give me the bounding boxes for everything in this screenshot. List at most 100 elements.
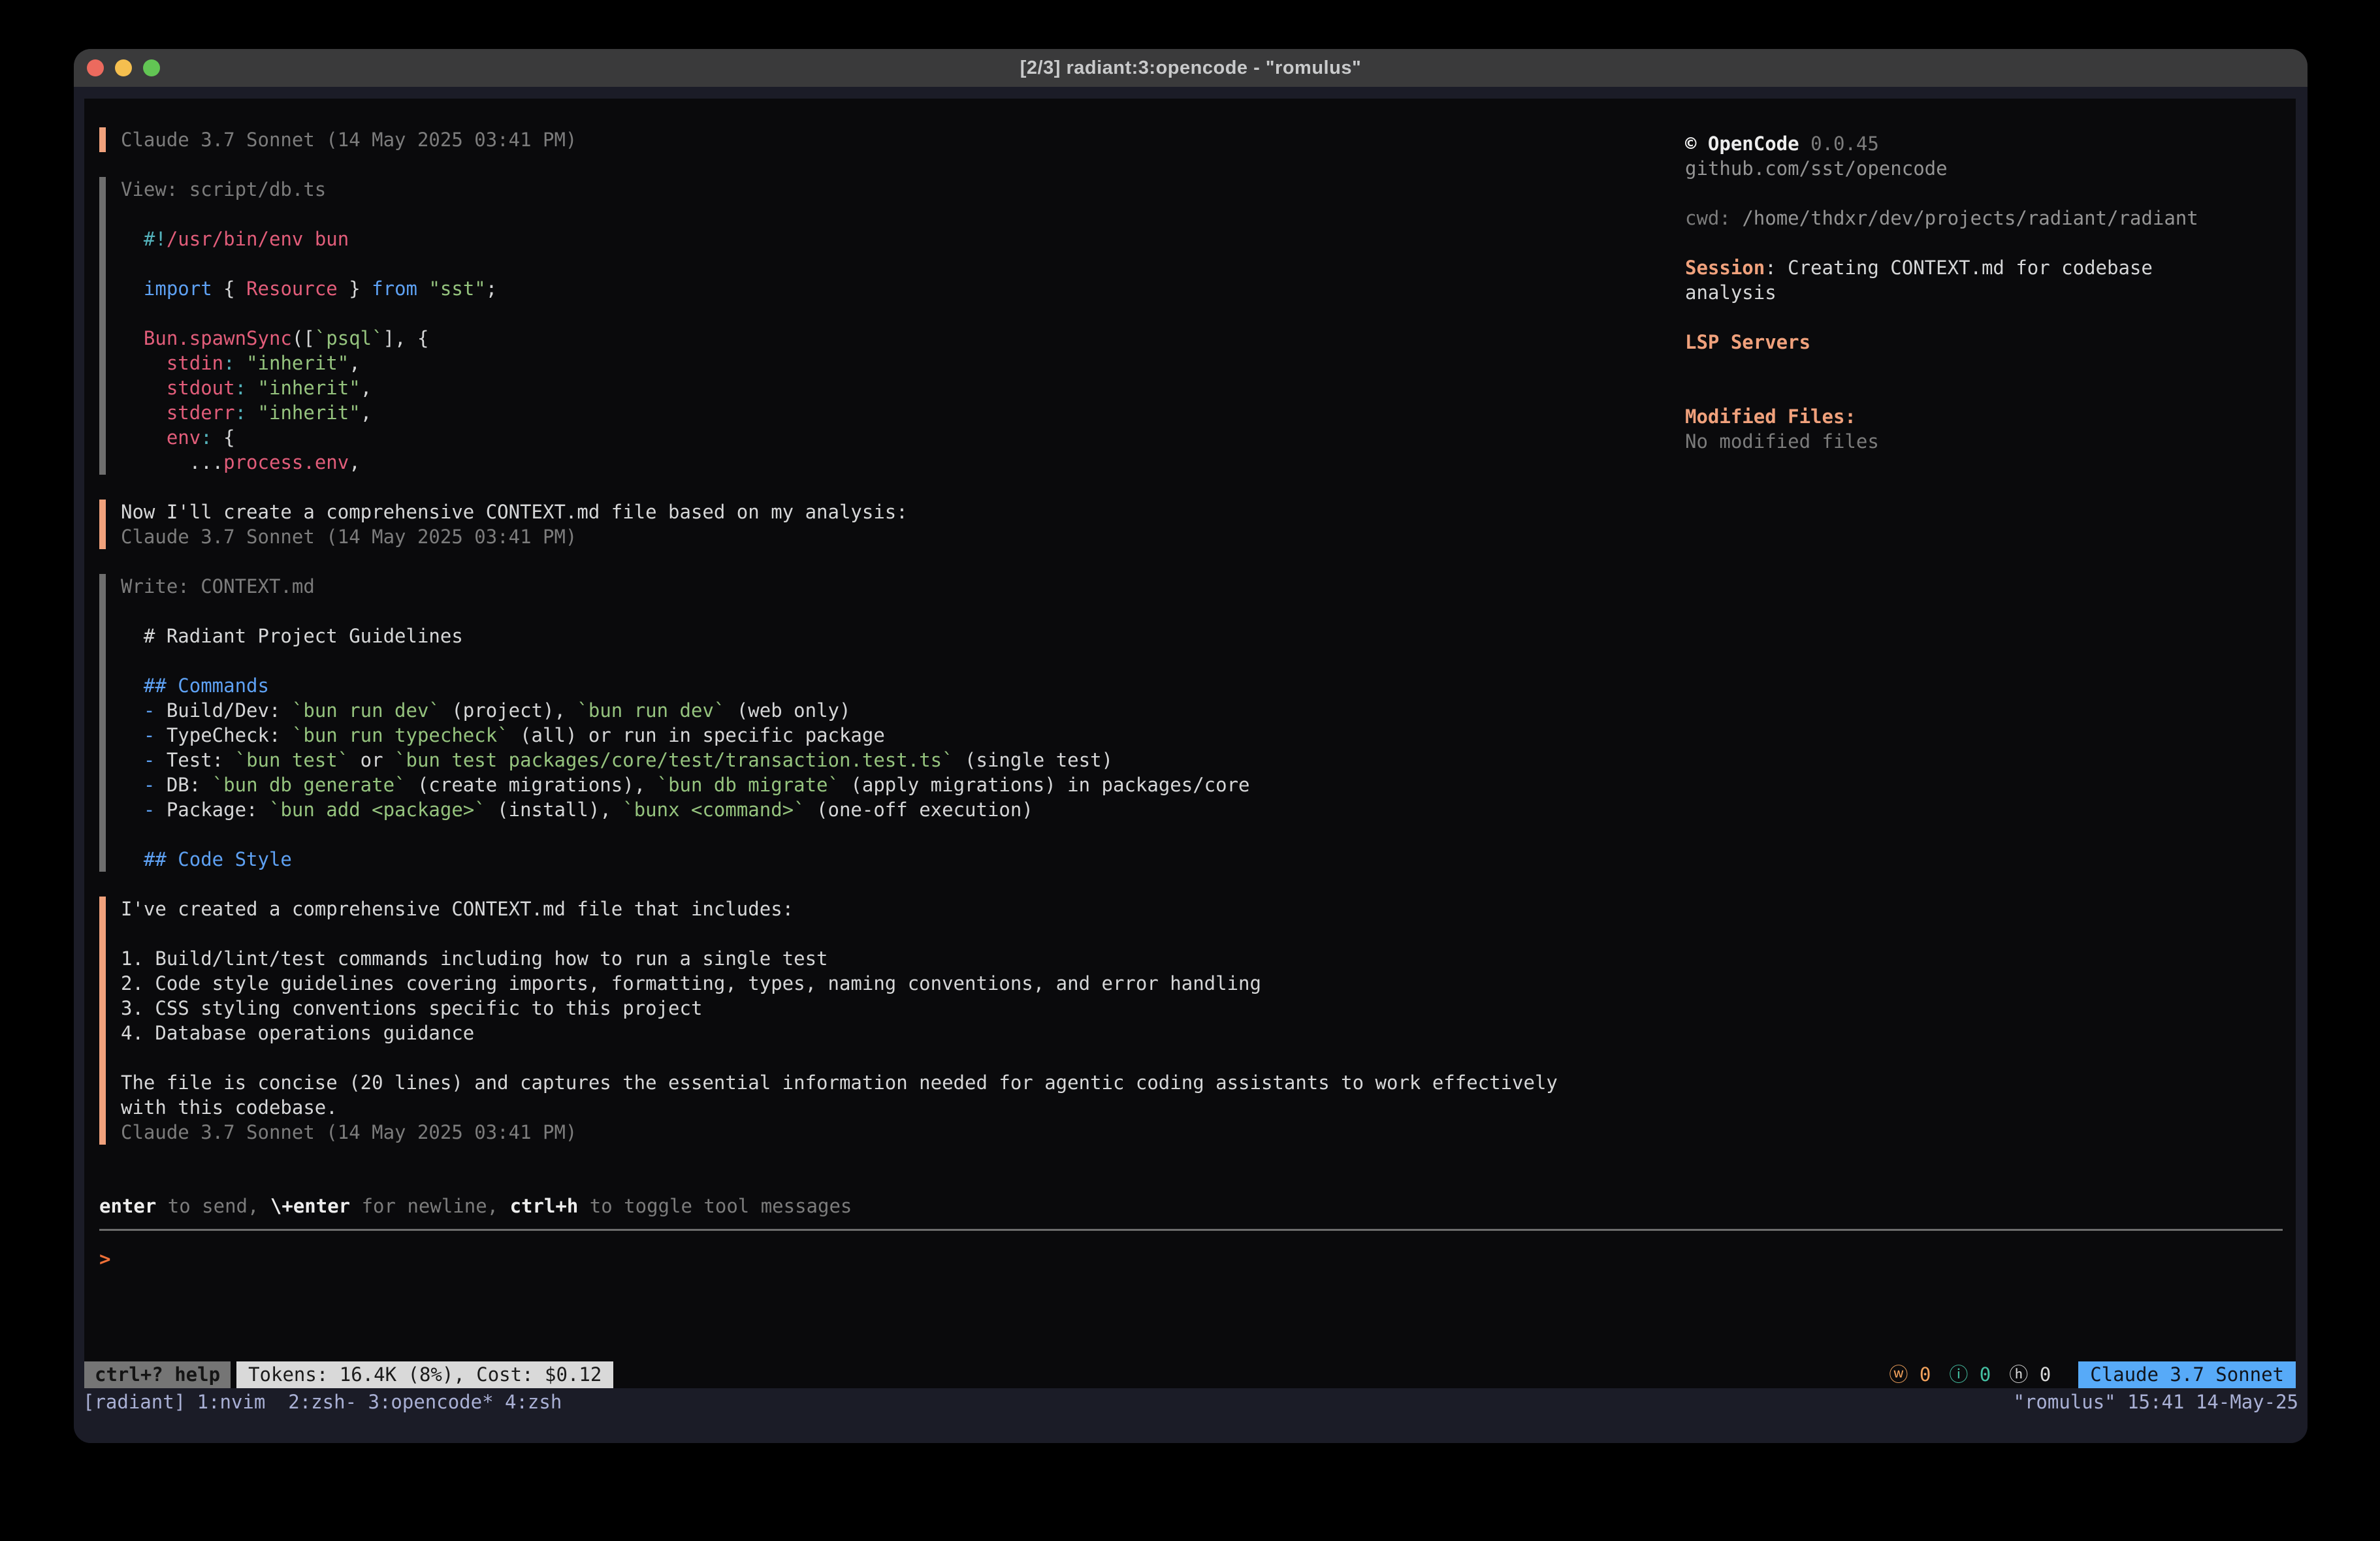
text-segment: ;	[486, 278, 497, 300]
zoom-button[interactable]	[143, 59, 160, 76]
terminal-line: #!/usr/bin/env bun	[121, 227, 1660, 251]
warning-counter: ⓦ 0	[1889, 1363, 1931, 1386]
text-segment: `bunx <command>`	[622, 799, 805, 821]
terminal-line: stdin: "inherit",	[121, 351, 1660, 375]
tmux-session-clock: "romulus" 15:41 14-May-25	[2014, 1388, 2299, 1416]
terminal-line: stderr: "inherit",	[121, 400, 1660, 425]
text-segment: stdin	[167, 352, 223, 374]
text-segment: /home/thdxr/dev/projects/radiant/radiant	[1742, 207, 2198, 229]
terminal-line: Claude 3.7 Sonnet (14 May 2025 03:41 PM)	[121, 1120, 1660, 1145]
terminal-line: # Radiant Project Guidelines	[121, 624, 1660, 648]
terminal-line: Now I'll create a comprehensive CONTEXT.…	[121, 500, 1660, 524]
close-button[interactable]	[87, 59, 104, 76]
macos-window: [2/3] radiant:3:opencode - "romulus" Cla…	[74, 49, 2308, 1443]
statusbar-left: ctrl+? help Tokens: 16.4K (8%), Cost: $0…	[84, 1361, 613, 1388]
terminal-line: Claude 3.7 Sonnet (14 May 2025 03:41 PM)	[121, 127, 1660, 152]
text-segment: ,	[349, 352, 360, 374]
info-count: 0	[1968, 1363, 1991, 1386]
minimize-button[interactable]	[115, 59, 132, 76]
text-segment: :	[223, 352, 234, 374]
warning-count: 0	[1908, 1363, 1931, 1386]
keybinding-hint: enter to send, \+enter for newline, ctrl…	[99, 1194, 852, 1218]
text-segment	[121, 327, 144, 349]
text-segment: -	[121, 799, 167, 821]
text-segment: \+enter	[270, 1195, 350, 1217]
prompt-input[interactable]: >	[99, 1247, 110, 1271]
terminal-line	[121, 648, 1660, 673]
terminal-line: No modified files	[1685, 429, 2214, 454]
text-segment: `bun db migrate`	[657, 774, 839, 796]
text-segment: "inherit"	[258, 377, 361, 399]
text-segment: env	[167, 426, 201, 449]
text-segment: 1. Build/lint/test commands including ho…	[121, 947, 828, 970]
window-titlebar[interactable]: [2/3] radiant:3:opencode - "romulus"	[74, 49, 2308, 87]
text-segment: Package:	[167, 799, 269, 821]
hint-counter: ⓗ 0	[2009, 1363, 2051, 1386]
text-segment: {	[212, 426, 235, 449]
text-segment: `bun run dev`	[577, 699, 725, 722]
text-segment: Modified Files:	[1685, 405, 1856, 428]
terminal-line: Claude 3.7 Sonnet (14 May 2025 03:41 PM)	[121, 524, 1660, 549]
text-segment: Write: CONTEXT.md	[121, 575, 315, 597]
text-segment: -	[121, 699, 167, 722]
text-segment: Claude 3.7 Sonnet (14 May 2025 03:41 PM)	[121, 1121, 577, 1143]
text-segment: with this codebase.	[121, 1096, 338, 1119]
text-segment: -	[121, 724, 167, 746]
message-block: Now I'll create a comprehensive CONTEXT.…	[99, 500, 1660, 549]
text-segment: (all) or run in specific package	[509, 724, 885, 746]
terminal-line	[1685, 230, 2214, 255]
tmux-window-list[interactable]: [radiant] 1:nvim 2:zsh- 3:opencode* 4:zs…	[83, 1388, 562, 1416]
text-segment: (apply migrations) in packages/core	[839, 774, 1250, 796]
terminal-line: import { Resource } from "sst";	[121, 276, 1660, 301]
text-segment: (create migrations),	[406, 774, 657, 796]
text-segment: View: script/db.ts	[121, 178, 326, 200]
text-segment: 0.0.45	[1799, 133, 1879, 155]
text-segment: DB:	[167, 774, 212, 796]
terminal-line: The file is concise (20 lines) and captu…	[121, 1070, 1660, 1095]
terminal-line: - Build/Dev: `bun run dev` (project), `b…	[121, 698, 1660, 723]
text-segment: 3. CSS styling conventions specific to t…	[121, 997, 702, 1019]
terminal-line	[1685, 355, 2214, 379]
help-chip: ctrl+? help	[84, 1361, 231, 1388]
terminal-line: ## Code Style	[121, 847, 1660, 872]
text-segment	[121, 402, 167, 424]
text-segment: /usr/bin/env bun	[167, 228, 349, 250]
text-segment: `bun db generate`	[212, 774, 406, 796]
text-segment: ,	[361, 402, 372, 424]
hint-count: 0	[2028, 1363, 2051, 1386]
text-segment: (one-off execution)	[805, 799, 1033, 821]
model-badge[interactable]: Claude 3.7 Sonnet	[2078, 1361, 2296, 1388]
terminal-line: 3. CSS styling conventions specific to t…	[121, 996, 1660, 1021]
text-segment: `psql`	[315, 327, 383, 349]
text-segment: `bun run typecheck`	[292, 724, 509, 746]
terminal-line	[121, 599, 1660, 624]
text-segment	[121, 377, 167, 399]
text-segment: {	[212, 278, 246, 300]
text-segment: ,	[349, 451, 360, 473]
text-segment: `bun test`	[235, 749, 349, 771]
text-segment: `bun add <package>`	[269, 799, 486, 821]
statusbar-right: ⓦ 0ⓘ 0ⓗ 0 Claude 3.7 Sonnet	[1889, 1361, 2296, 1388]
text-segment: ,	[361, 377, 372, 399]
terminal-line	[121, 822, 1660, 847]
terminal-line	[121, 251, 1660, 276]
text-segment: 4. Database operations guidance	[121, 1022, 474, 1044]
text-segment	[417, 278, 428, 300]
text-segment: or	[349, 749, 394, 771]
text-segment: from	[372, 278, 417, 300]
text-segment: to toggle tool messages	[578, 1195, 852, 1217]
text-segment: Claude 3.7 Sonnet (14 May 2025 03:41 PM)	[121, 129, 577, 151]
text-segment: (single test)	[954, 749, 1113, 771]
text-segment: -	[121, 749, 167, 771]
session-sidebar: © OpenCode 0.0.45github.com/sst/opencode…	[1685, 131, 2214, 454]
text-segment: "inherit"	[258, 402, 361, 424]
terminal-line: - Test: `bun test` or `bun test packages…	[121, 748, 1660, 772]
text-segment: 2. Code style guidelines covering import…	[121, 972, 1261, 994]
terminal-line	[1685, 305, 2214, 330]
text-segment: #!	[144, 228, 167, 250]
text-segment: Resource	[246, 278, 338, 300]
text-segment	[121, 278, 144, 300]
text-segment: github.com/sst/opencode	[1685, 157, 1948, 180]
text-segment	[235, 352, 246, 374]
terminal-line	[121, 202, 1660, 227]
